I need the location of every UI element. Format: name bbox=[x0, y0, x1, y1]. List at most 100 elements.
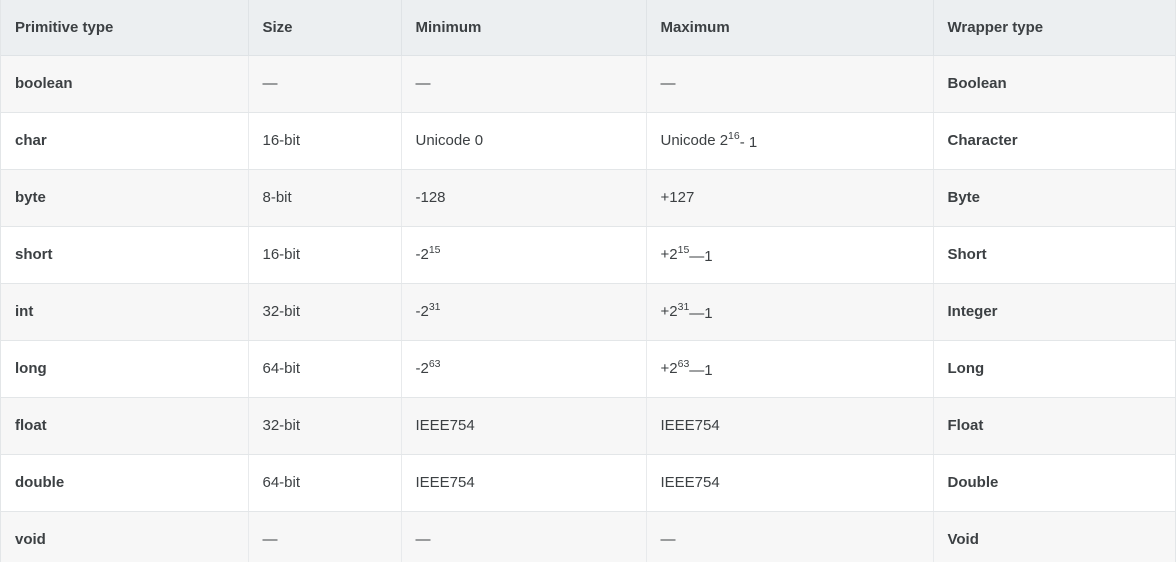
column-header-size: Size bbox=[248, 0, 402, 56]
cell-primitive: long bbox=[1, 340, 249, 398]
cell-primitive: int bbox=[1, 283, 249, 341]
cell-primitive: void bbox=[1, 511, 249, 562]
cell-value: Unicode 0 bbox=[415, 132, 484, 149]
cell-value: — bbox=[262, 75, 278, 92]
table-header: Primitive type Size Minimum Maximum Wrap… bbox=[1, 0, 1175, 56]
column-header-wrapper-type: Wrapper type bbox=[933, 0, 1175, 56]
cell-wrapper: Short bbox=[933, 226, 1175, 284]
cell-value: IEEE754 bbox=[660, 474, 720, 491]
cell-value: -128 bbox=[415, 189, 446, 206]
primitive-types-table-container: Primitive type Size Minimum Maximum Wrap… bbox=[0, 0, 1176, 562]
exponent: 16 bbox=[728, 130, 740, 142]
exponent-tail: —1 bbox=[689, 305, 713, 322]
cell-value: Byte bbox=[947, 189, 981, 206]
column-header-maximum: Maximum bbox=[646, 0, 934, 56]
cell-value: -263 bbox=[415, 358, 441, 377]
cell-value: Short bbox=[947, 246, 987, 263]
table-row: float 32-bit IEEE754 IEEE754 Float bbox=[1, 397, 1175, 455]
cell-value: +127 bbox=[660, 189, 695, 206]
cell-wrapper: Character bbox=[933, 112, 1175, 170]
cell-wrapper: Long bbox=[933, 340, 1175, 398]
cell-value: IEEE754 bbox=[415, 474, 475, 491]
cell-value: 16-bit bbox=[262, 132, 301, 149]
cell-primitive: char bbox=[1, 112, 249, 170]
cell-value: short bbox=[15, 246, 53, 263]
cell-maximum: +231—1 bbox=[646, 283, 934, 341]
cell-size: 32-bit bbox=[248, 397, 402, 455]
cell-value: 16-bit bbox=[262, 246, 301, 263]
primitive-types-table: Primitive type Size Minimum Maximum Wrap… bbox=[1, 0, 1175, 562]
cell-maximum: — bbox=[646, 511, 934, 562]
cell-size: 64-bit bbox=[248, 454, 402, 512]
cell-value: -215 bbox=[415, 244, 441, 263]
exponent: 31 bbox=[677, 301, 690, 313]
cell-value: — bbox=[415, 75, 431, 92]
exponent-tail: —1 bbox=[689, 248, 713, 265]
table-row: boolean — — — Boolean bbox=[1, 55, 1175, 113]
cell-maximum: — bbox=[646, 55, 934, 113]
table-row: byte 8-bit -128 +127 Byte bbox=[1, 169, 1175, 227]
cell-wrapper: Byte bbox=[933, 169, 1175, 227]
cell-maximum: IEEE754 bbox=[646, 397, 934, 455]
cell-value: — bbox=[262, 531, 278, 548]
cell-size: 16-bit bbox=[248, 226, 402, 284]
cell-primitive: float bbox=[1, 397, 249, 455]
cell-minimum: — bbox=[401, 55, 647, 113]
cell-value: int bbox=[15, 303, 34, 320]
cell-maximum: +127 bbox=[646, 169, 934, 227]
exponent: 15 bbox=[428, 244, 441, 256]
column-header-primitive-type: Primitive type bbox=[1, 0, 249, 56]
cell-primitive: short bbox=[1, 226, 249, 284]
cell-wrapper: Void bbox=[933, 511, 1175, 562]
cell-minimum: IEEE754 bbox=[401, 397, 647, 455]
exponent: 15 bbox=[677, 244, 690, 256]
cell-value: Boolean bbox=[947, 75, 1007, 92]
cell-maximum: Unicode 216- 1 bbox=[646, 112, 934, 170]
exponent: 31 bbox=[428, 301, 441, 313]
cell-wrapper: Integer bbox=[933, 283, 1175, 341]
cell-maximum: +215—1 bbox=[646, 226, 934, 284]
cell-value: — bbox=[660, 531, 676, 548]
cell-value: IEEE754 bbox=[415, 417, 475, 434]
cell-value: Float bbox=[947, 417, 984, 434]
column-header-minimum: Minimum bbox=[401, 0, 647, 56]
cell-size: — bbox=[248, 511, 402, 562]
cell-value: Long bbox=[947, 360, 985, 377]
exponent: 63 bbox=[677, 358, 690, 370]
cell-minimum: -263 bbox=[401, 340, 647, 398]
cell-value: Integer bbox=[947, 303, 998, 320]
cell-size: — bbox=[248, 55, 402, 113]
cell-value: byte bbox=[15, 189, 46, 206]
table-row: short 16-bit -215 +215—1 Short bbox=[1, 226, 1175, 284]
cell-value: Unicode 216- 1 bbox=[660, 130, 758, 151]
cell-value: 32-bit bbox=[262, 303, 301, 320]
cell-value: -231 bbox=[415, 301, 441, 320]
cell-value: Double bbox=[947, 474, 999, 491]
exponent-tail: - 1 bbox=[739, 134, 758, 151]
cell-value: void bbox=[15, 531, 46, 548]
cell-value: boolean bbox=[15, 75, 73, 92]
cell-minimum: -231 bbox=[401, 283, 647, 341]
exponent: 63 bbox=[428, 358, 441, 370]
cell-value: double bbox=[15, 474, 65, 491]
cell-value: — bbox=[415, 531, 431, 548]
cell-value: +215—1 bbox=[660, 244, 713, 265]
cell-primitive: byte bbox=[1, 169, 249, 227]
cell-wrapper: Boolean bbox=[933, 55, 1175, 113]
cell-value: +231—1 bbox=[660, 301, 713, 322]
cell-minimum: -215 bbox=[401, 226, 647, 284]
table-row: long 64-bit -263 +263—1 Long bbox=[1, 340, 1175, 398]
exponent-tail: —1 bbox=[689, 362, 713, 379]
cell-minimum: -128 bbox=[401, 169, 647, 227]
cell-size: 16-bit bbox=[248, 112, 402, 170]
table-row: char 16-bit Unicode 0 Unicode 216- 1 Charact… bbox=[1, 112, 1175, 170]
cell-value: 32-bit bbox=[262, 417, 301, 434]
table-header-row: Primitive type Size Minimum Maximum Wrap… bbox=[1, 0, 1175, 56]
cell-size: 8-bit bbox=[248, 169, 402, 227]
cell-value: — bbox=[660, 75, 676, 92]
cell-minimum: IEEE754 bbox=[401, 454, 647, 512]
cell-size: 64-bit bbox=[248, 340, 402, 398]
cell-value: +263—1 bbox=[660, 358, 713, 379]
cell-value: Character bbox=[947, 132, 1018, 149]
cell-maximum: +263—1 bbox=[646, 340, 934, 398]
